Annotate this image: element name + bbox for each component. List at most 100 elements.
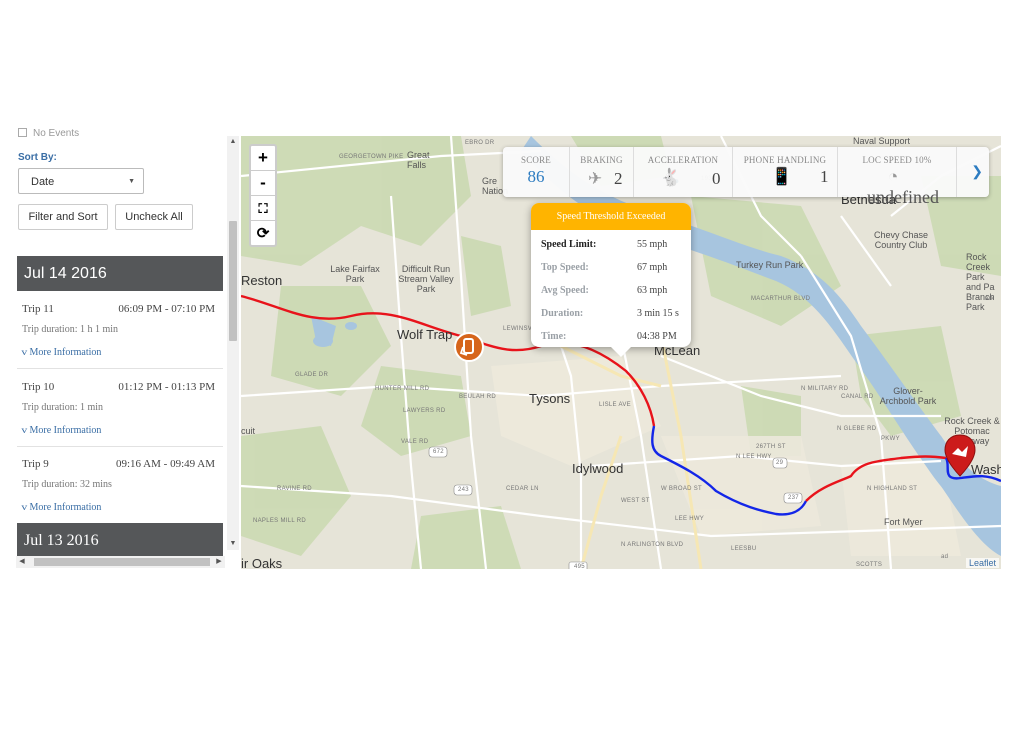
chevron-down-icon: ▼ (128, 178, 135, 185)
trip-end-marker[interactable] (943, 434, 977, 478)
map-label: Gre Nation (482, 176, 509, 196)
phone-handling-value: 1 (820, 167, 829, 186)
acceleration-value: 0 (712, 169, 721, 188)
road-label: CEDAR LN (506, 486, 539, 492)
phone-icon: 📱 (771, 167, 793, 186)
speed-limit-label: Speed Limit: (541, 239, 597, 250)
phone-handling-label: PHONE HANDLING (743, 155, 827, 165)
phone-handling-stat[interactable]: PHONE HANDLING 📱 1 (733, 147, 838, 197)
filter-and-sort-button[interactable]: Filter and Sort (18, 204, 108, 230)
phone-handling-marker[interactable] (453, 331, 485, 363)
popup-title: Speed Threshold Exceeded (531, 203, 691, 230)
no-events-label: No Events (33, 128, 80, 139)
chevron-right-icon[interactable]: ❯ (971, 163, 983, 180)
map-zoom-controls: + - ⛶ ⟳ (249, 144, 277, 247)
reset-map-button[interactable]: ⟳ (251, 221, 275, 245)
acceleration-stat[interactable]: ACCELERATION 🐇 0 (634, 147, 733, 197)
score-value: 86 (527, 167, 545, 186)
road-label: 267TH ST (756, 444, 786, 450)
trip-name: Trip 11 (22, 303, 54, 315)
day-header[interactable]: Jul 14 2016 (17, 256, 223, 291)
road-label: WEST ST (621, 498, 650, 504)
popup-row: Time: 04:38 PM (541, 331, 677, 342)
road-label: N ARLINGTON BLVD (621, 542, 684, 548)
road-label: GEORGETOWN PIKE (339, 154, 404, 160)
more-information-label: More Information (29, 347, 102, 358)
trip-item[interactable]: Trip 10 01:12 PM - 01:13 PM Trip duratio… (17, 369, 223, 447)
more-information-link[interactable]: v More Information (21, 425, 101, 436)
road-label: SCOTTS (856, 562, 883, 568)
road-label: 237 (788, 495, 799, 501)
popup-pointer (611, 347, 631, 357)
speed-threshold-popup: Speed Threshold Exceeded Speed Limit: 55 … (531, 203, 691, 357)
more-information-link[interactable]: v More Information (21, 502, 101, 513)
avg-speed-value: 63 mph (637, 285, 668, 296)
popup-row: Speed Limit: 55 mph (541, 239, 667, 250)
leaflet-attribution-link[interactable]: Leaflet (965, 558, 999, 568)
zoom-in-button[interactable]: + (251, 146, 275, 171)
road-label: MACARTHUR BLVD (751, 296, 811, 302)
trip-item[interactable]: Trip 11 06:09 PM - 07:10 PM Trip duratio… (17, 291, 223, 369)
trip-duration: Trip duration: 32 mins (22, 479, 112, 490)
map-label: Difficult Run Stream Valley Park (398, 264, 454, 294)
road-label: N LEE HWY (736, 454, 772, 460)
trip-map[interactable]: Reston Wolf Trap Tysons McLean Idylwood … (241, 136, 1001, 569)
popup-row: Avg Speed: 63 mph (541, 285, 667, 296)
road-label: LISLE AVE (599, 402, 631, 408)
road-label: 495 (574, 564, 585, 569)
road-label: LEE HWY (675, 516, 705, 522)
road-label: LEESBU (731, 546, 757, 552)
sort-select-value: Date (31, 176, 55, 188)
vertical-scrollbar[interactable]: ▲ ▼ (227, 136, 239, 550)
day-header[interactable]: Jul 13 2016 (17, 523, 223, 556)
road-label: GLADE DR (295, 372, 329, 378)
map-label: Reston (241, 273, 283, 288)
braking-icon: ✈ (588, 169, 603, 188)
chevron-down-icon: v (21, 425, 28, 435)
no-events-checkbox[interactable] (18, 128, 27, 137)
scrollbar-thumb[interactable] (229, 221, 237, 341)
road-label: EBRO DR (465, 140, 495, 146)
zoom-out-button[interactable]: - (251, 171, 275, 196)
road-label: ark (985, 296, 995, 302)
map-label: Fort Myer (884, 517, 923, 527)
braking-value: 2 (614, 169, 623, 188)
more-information-link[interactable]: v More Information (21, 347, 102, 358)
trip-duration: Trip duration: 1 h 1 min (22, 324, 119, 335)
uncheck-all-button[interactable]: Uncheck All (115, 204, 193, 230)
speedometer-icon: ◔ (888, 167, 899, 186)
fit-bounds-button[interactable]: ⛶ (251, 196, 275, 221)
scroll-down-icon[interactable]: ▼ (227, 538, 239, 550)
trip-item[interactable]: Trip 9 09:16 AM - 09:49 AM Trip duration… (17, 446, 223, 523)
map-label: Great Falls (407, 150, 430, 170)
sort-select[interactable]: Date ▼ (18, 168, 144, 194)
trip-list-panel: No Events Sort By: Date ▼ Filter and Sort… (16, 128, 226, 570)
map-label: Idylwood (572, 461, 624, 476)
speed-limit-value: 55 mph (637, 239, 668, 250)
scrollbar-thumb[interactable] (34, 558, 210, 566)
road-label: VALE RD (401, 439, 429, 445)
map-label: cuit (241, 426, 256, 436)
acceleration-label: ACCELERATION (647, 155, 719, 165)
scroll-left-icon[interactable]: ◀ (16, 556, 28, 568)
map-label: Glover-Archbold Park (879, 386, 937, 406)
trip-time: 06:09 PM - 07:10 PM (118, 303, 215, 315)
scroll-right-icon[interactable]: ▶ (213, 556, 225, 568)
map-label: Chevy Chase Country Club (873, 230, 929, 250)
braking-stat[interactable]: BRAKING ✈ 2 (570, 147, 634, 197)
road-label: NAPLES MILL RD (253, 518, 306, 524)
scroll-up-icon[interactable]: ▲ (227, 136, 239, 148)
road-label: N MILITARY RD (801, 386, 849, 392)
road-label: 243 (458, 487, 469, 493)
popup-row: Duration: 3 min 15 s (541, 308, 679, 319)
score-stat[interactable]: SCORE 86 (503, 147, 570, 197)
road-label: BEULAH RD (459, 394, 497, 400)
time-label: Time: (541, 331, 567, 342)
score-label: SCORE (520, 155, 551, 165)
horizontal-scrollbar[interactable]: ◀ ▶ (16, 556, 225, 568)
sort-by-label: Sort By: (18, 152, 57, 163)
duration-label: Duration: (541, 308, 584, 319)
trip-name: Trip 10 (22, 381, 55, 393)
braking-label: BRAKING (580, 155, 623, 165)
no-events-filter[interactable]: No Events (18, 128, 79, 139)
